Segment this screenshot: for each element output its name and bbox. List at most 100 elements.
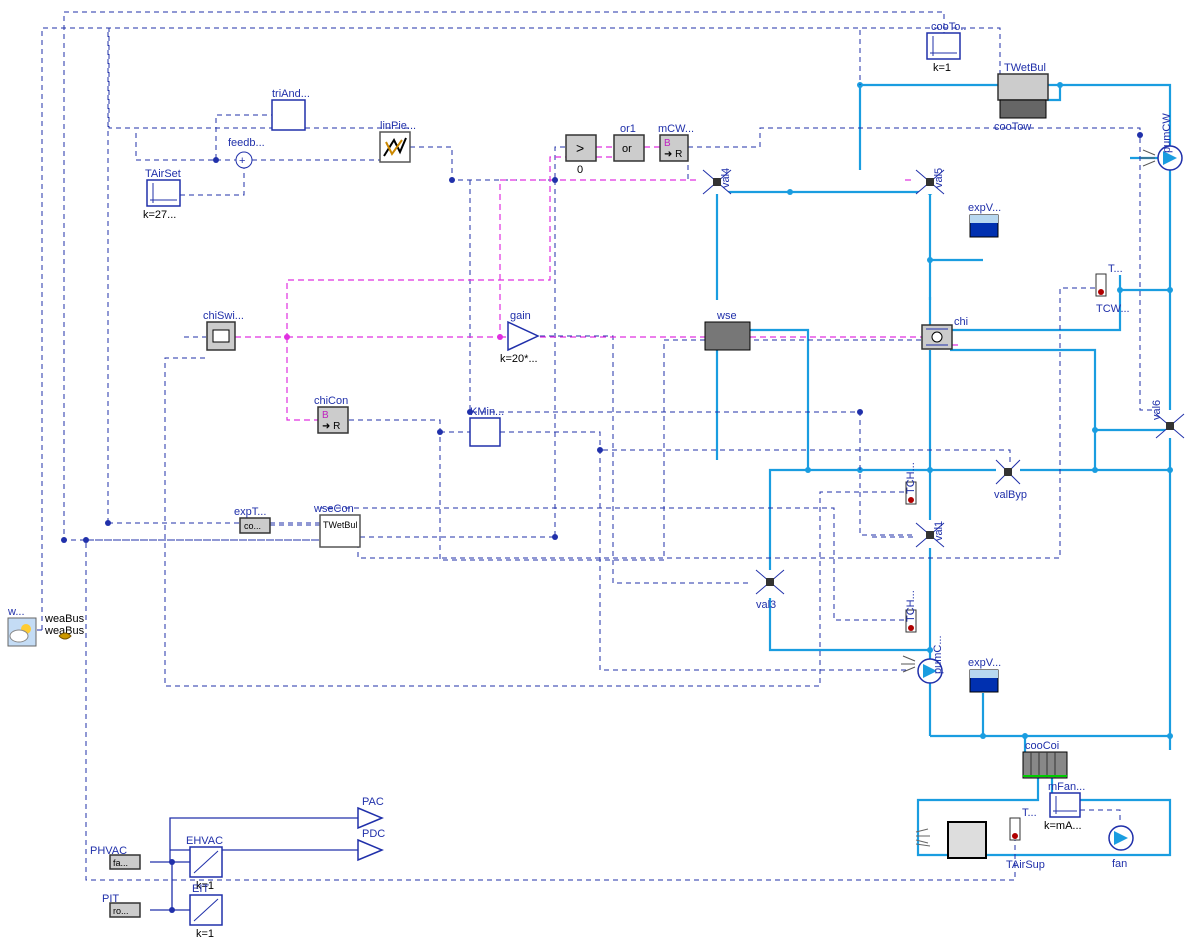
block-val3[interactable]: val3 bbox=[756, 570, 784, 611]
block-cooTo[interactable]: cooTo.. k=1 bbox=[927, 21, 966, 74]
lbl: cooTo.. bbox=[931, 21, 966, 33]
block-fan[interactable]: fan bbox=[1109, 826, 1133, 870]
lbl: expV... bbox=[968, 657, 1001, 669]
lbl: KMin... bbox=[470, 406, 504, 418]
block-TCH2[interactable]: TCH... bbox=[905, 590, 917, 632]
weaBus-label: weaBus weaBus bbox=[44, 613, 85, 639]
block-gt[interactable]: > 0 bbox=[566, 135, 596, 176]
lbl: expV... bbox=[968, 202, 1001, 214]
lbl: or1 bbox=[620, 123, 636, 135]
block-TWetBul[interactable]: TWetBul bbox=[998, 62, 1048, 100]
param: k=1 bbox=[196, 928, 214, 940]
block-TAirSet[interactable]: TAirSet k=27... bbox=[143, 168, 181, 221]
block-wseCon[interactable]: TWetBul wseCon bbox=[313, 503, 360, 547]
lbl: > bbox=[576, 140, 584, 156]
param: k=27... bbox=[143, 209, 176, 221]
svg-text:+: + bbox=[239, 155, 245, 167]
block-PDC[interactable]: PDC bbox=[358, 828, 385, 860]
block-chiSwi[interactable]: chiSwi... bbox=[203, 310, 244, 350]
lbl: fan bbox=[1112, 858, 1127, 870]
blue-junctions bbox=[787, 82, 1173, 739]
lbl: TCH... bbox=[905, 462, 917, 494]
lbl: T... bbox=[1022, 807, 1037, 819]
lbl: wseCon bbox=[313, 503, 354, 515]
inner-bot: ➜ R bbox=[322, 421, 340, 432]
block-PAC[interactable]: PAC bbox=[358, 796, 384, 828]
lbl: TAirSet bbox=[145, 168, 181, 180]
block-pumC[interactable]: pumC... bbox=[901, 635, 944, 683]
lbl: cooTow bbox=[994, 121, 1031, 133]
lbl: expT... bbox=[234, 506, 266, 518]
block-mFan[interactable]: mFan... k=mA... bbox=[1044, 781, 1085, 832]
block-cooCoi[interactable]: cooCoi bbox=[1023, 740, 1067, 778]
block-linPie[interactable]: linPie... bbox=[380, 120, 416, 162]
boolean-lines bbox=[235, 147, 960, 420]
lbl: cooCoi bbox=[1025, 740, 1059, 752]
TAirSup-label: TAirSup bbox=[1006, 859, 1045, 871]
lbl: TWetBul bbox=[1004, 62, 1046, 74]
param: 0 bbox=[577, 164, 583, 176]
inner: TWetBul bbox=[323, 520, 357, 530]
lbl: pumCW bbox=[1161, 113, 1173, 153]
lbl: feedb... bbox=[228, 137, 265, 149]
block-val4[interactable]: val4 bbox=[703, 168, 732, 194]
param: k=mA... bbox=[1044, 820, 1082, 832]
lbl: chiCon bbox=[314, 395, 348, 407]
lbl: w... bbox=[7, 606, 25, 618]
block-expT[interactable]: co... expT... bbox=[234, 506, 270, 533]
block-KMin[interactable]: KMin... bbox=[470, 406, 504, 446]
lbl: PAC bbox=[362, 796, 384, 808]
lbl: val4 bbox=[720, 168, 732, 188]
lbl: gain bbox=[510, 310, 531, 322]
lbl: val6 bbox=[1151, 400, 1163, 420]
block-expV1[interactable]: expV... bbox=[968, 202, 1001, 237]
block-chiCon[interactable]: B ➜ R chiCon bbox=[314, 395, 348, 433]
lbl: EHVAC bbox=[186, 835, 223, 847]
block-mCW[interactable]: B ➜ R mCW... bbox=[658, 123, 694, 161]
lbl: TCH... bbox=[905, 590, 917, 622]
block-val1[interactable]: val1 bbox=[916, 521, 945, 547]
inner-top: B bbox=[322, 410, 329, 421]
hydraulic-pipes bbox=[717, 85, 1170, 855]
lbl: EIT bbox=[192, 883, 209, 895]
block-PHVAC[interactable]: fa... PHVAC bbox=[90, 845, 140, 869]
modelica-diagram: cooTo.. k=1 TWetBul cooTow pumCW triAnd.… bbox=[0, 0, 1197, 950]
lbl: linPie... bbox=[380, 120, 416, 132]
inner: ro... bbox=[113, 906, 129, 916]
block-val6[interactable]: val6 bbox=[1151, 400, 1184, 438]
block-EIT[interactable]: EIT k=1 bbox=[190, 883, 222, 940]
param: k=20*... bbox=[500, 353, 538, 365]
block-val5[interactable]: val5 bbox=[916, 168, 945, 194]
lbl: chiSwi... bbox=[203, 310, 244, 322]
lbl: triAnd... bbox=[272, 88, 310, 100]
inner: or bbox=[622, 143, 632, 155]
lbl: val5 bbox=[933, 168, 945, 188]
block-weather[interactable]: w... bbox=[7, 606, 36, 646]
block-roo[interactable] bbox=[948, 822, 986, 858]
TCW-label: TCW... bbox=[1096, 303, 1130, 315]
block-or1[interactable]: or or1 bbox=[614, 123, 644, 161]
block-PIT[interactable]: ro... PIT bbox=[102, 893, 140, 917]
lbl: chi bbox=[954, 316, 968, 328]
block-pumCW[interactable]: pumCW bbox=[1141, 113, 1182, 170]
lbl: val3 bbox=[756, 599, 776, 611]
block-wse[interactable]: wse bbox=[705, 310, 750, 350]
inner-bot: ➜ R bbox=[664, 149, 682, 160]
lbl: mFan... bbox=[1048, 781, 1085, 793]
block-T2[interactable]: T... bbox=[1010, 807, 1037, 840]
lbl: pumC... bbox=[932, 635, 944, 674]
lbl: mCW... bbox=[658, 123, 694, 135]
lbl: wse bbox=[716, 310, 737, 322]
svg-text:weaBus: weaBus bbox=[44, 613, 85, 625]
block-triAnd[interactable]: triAnd... bbox=[272, 88, 310, 130]
block-expV2[interactable]: expV... bbox=[968, 657, 1001, 692]
lbl: val1 bbox=[933, 521, 945, 541]
block-TCH1[interactable]: TCH... bbox=[905, 462, 917, 504]
block-valByp[interactable]: valByp bbox=[994, 460, 1027, 501]
lbl: PIT bbox=[102, 893, 119, 905]
lbl: valByp bbox=[994, 489, 1027, 501]
inner: co... bbox=[244, 521, 261, 531]
block-feedb-sum[interactable]: + feedb... bbox=[228, 137, 265, 168]
inner: fa... bbox=[113, 858, 128, 868]
lbl: PDC bbox=[362, 828, 385, 840]
